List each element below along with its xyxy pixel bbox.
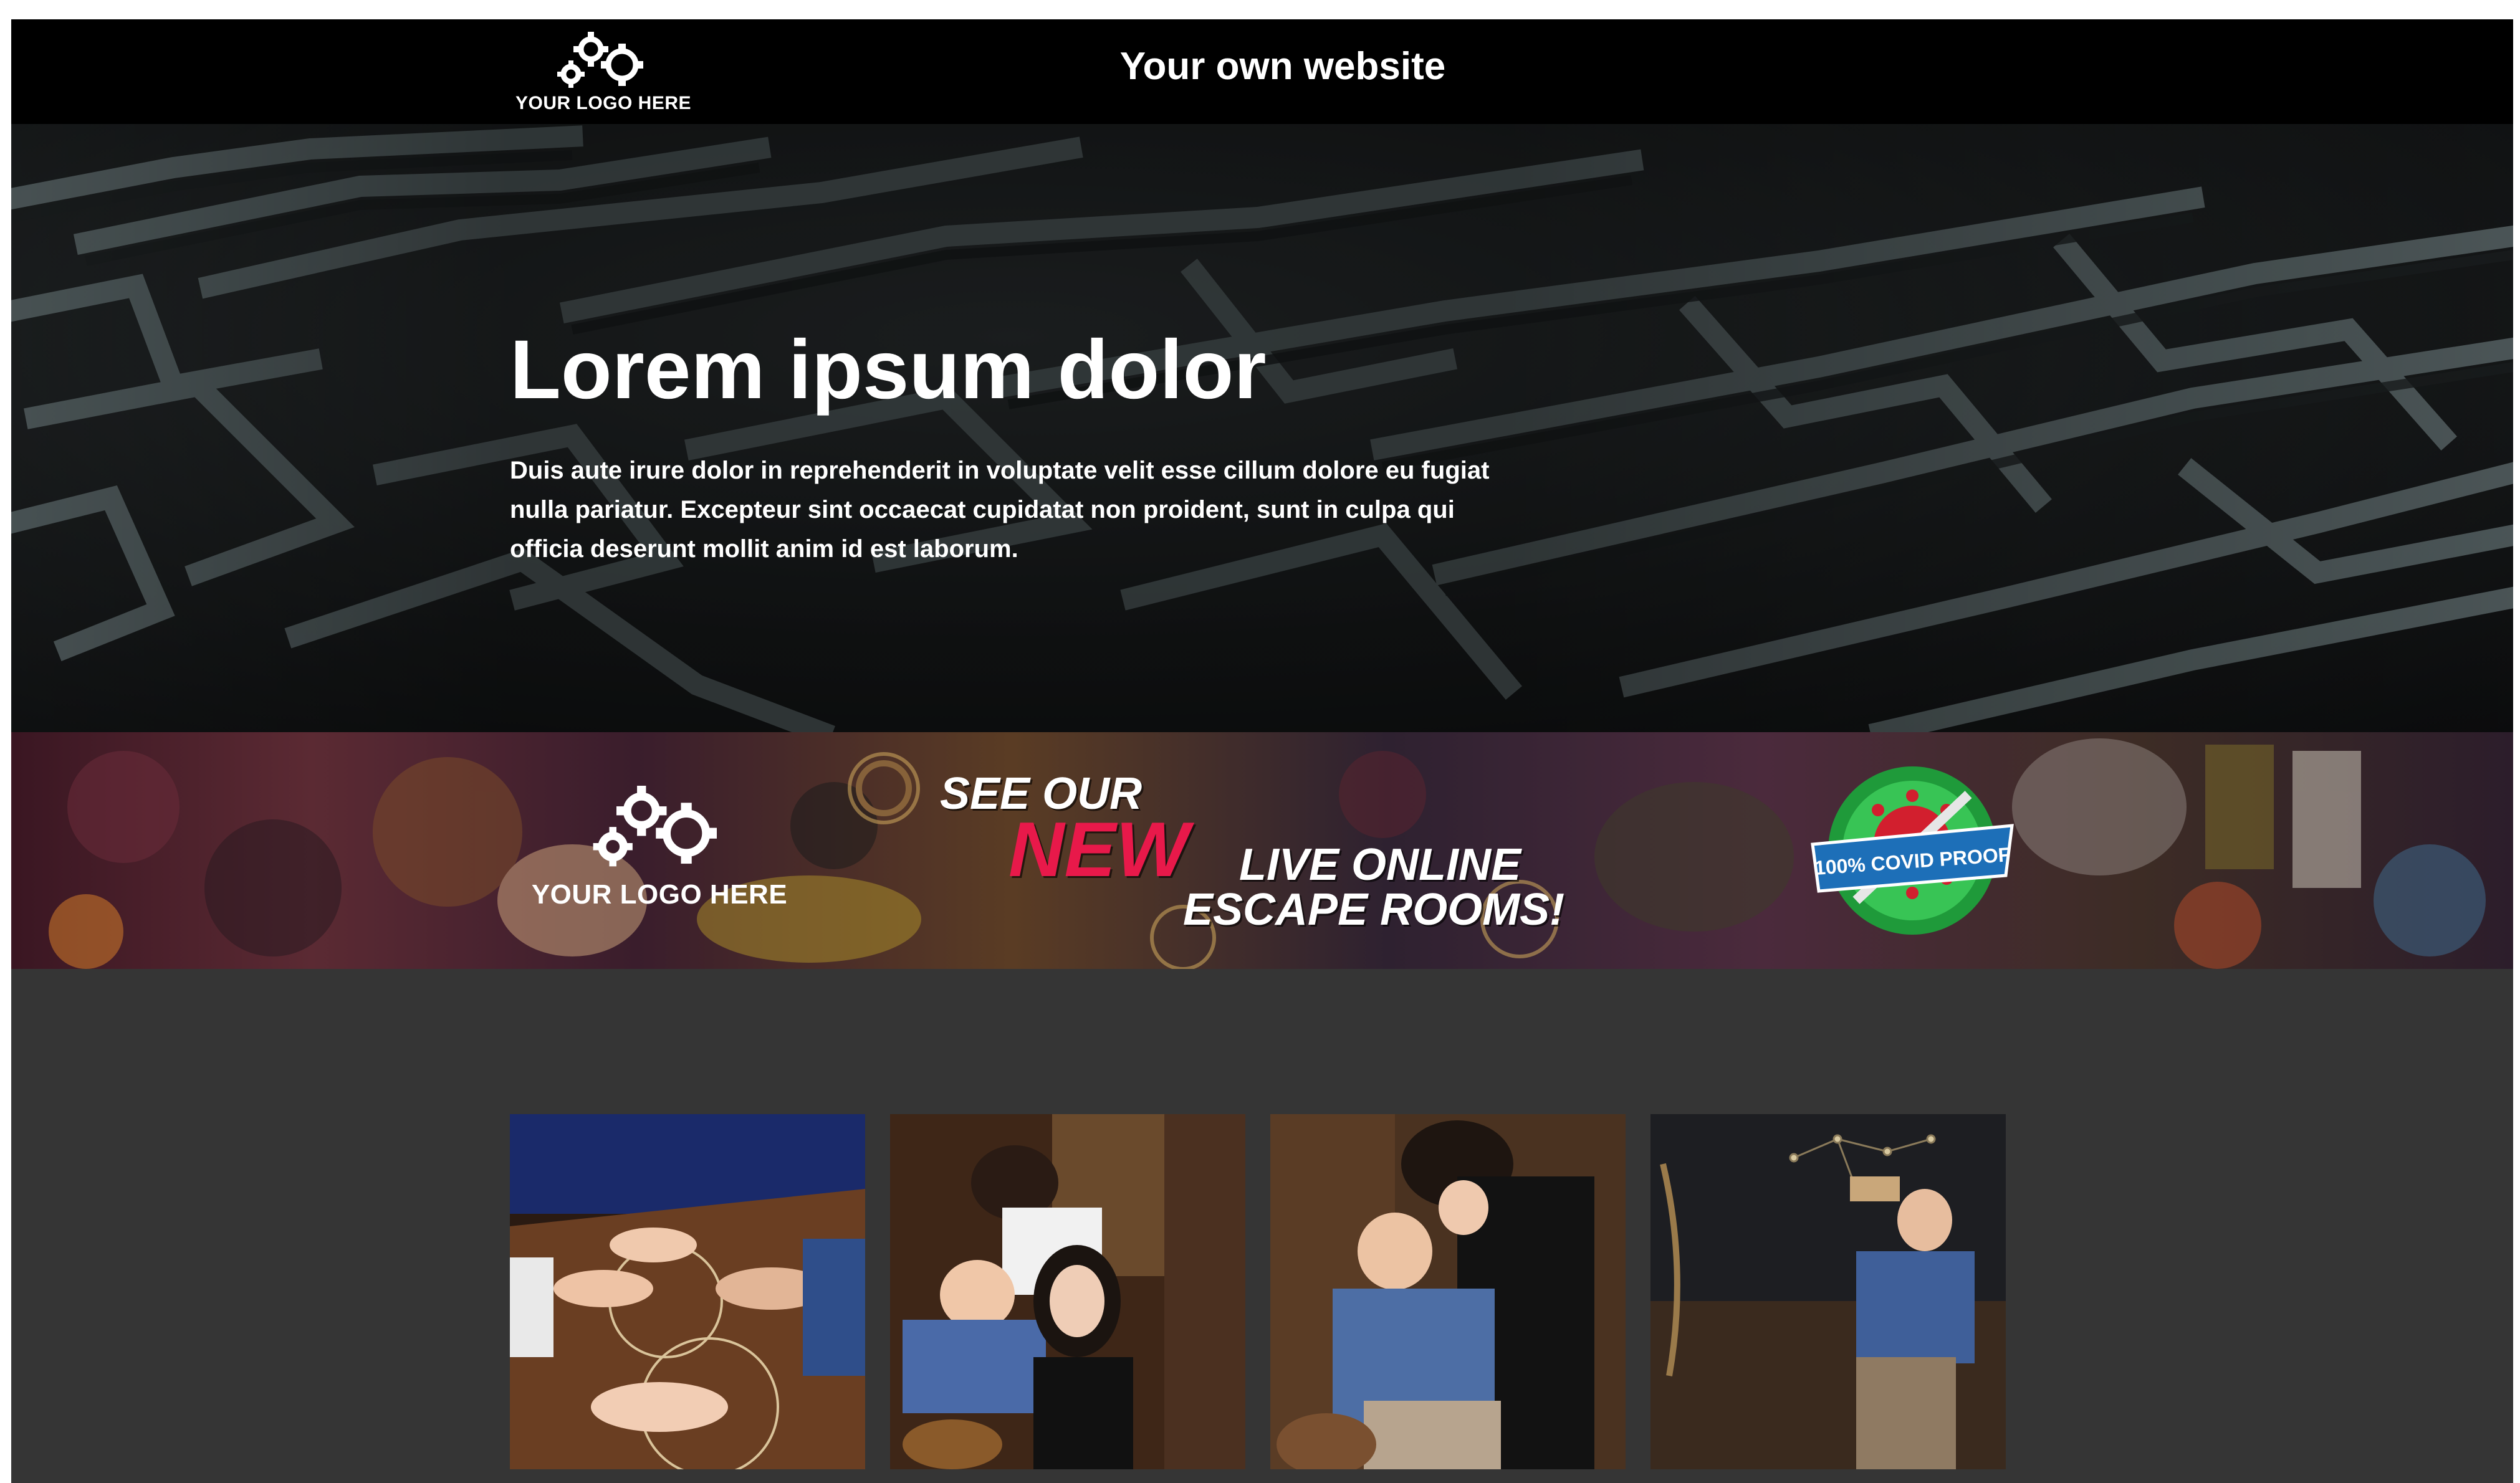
gallery-photo[interactable]	[510, 1114, 865, 1469]
covid-proof-badge: 100% COVID PROOF	[1811, 766, 2014, 935]
hero-overlay	[11, 124, 2513, 732]
banner-logo: YOUR LOGO HERE	[516, 782, 803, 910]
gallery-photo[interactable]	[1270, 1114, 1626, 1469]
site-title: Your own website	[1119, 45, 1446, 88]
header-logo[interactable]: YOUR LOGO HERE	[510, 31, 697, 114]
site-header: YOUR LOGO HERE Your own website	[11, 19, 2513, 124]
promo-banner[interactable]: YOUR LOGO HERE SEE OUR NEW LIVE ONLINE E…	[11, 732, 2513, 969]
banner-logo-text: YOUR LOGO HERE	[531, 879, 788, 910]
photo-players-examining-object	[1270, 1114, 1626, 1469]
photo-three-players-searching	[890, 1114, 1245, 1469]
photo-ouija-board-hands	[510, 1114, 865, 1469]
page: YOUR LOGO HERE Your own website Lorem ip…	[11, 19, 2513, 1483]
promo-line-new: NEW	[1008, 807, 1189, 893]
promo-line-live-online: LIVE ONLINE	[1239, 840, 1521, 890]
photo-player-reading-scroll	[1650, 1114, 2006, 1469]
promo-line-escape-rooms: ESCAPE ROOMS!	[1183, 885, 1565, 935]
hero-section: Lorem ipsum dolor Duis aute irure dolor …	[11, 124, 2513, 732]
photo-gallery	[510, 1114, 2024, 1483]
hero-body-text: Duis aute irure dolor in reprehenderit i…	[510, 457, 1490, 563]
gallery-photo[interactable]	[890, 1114, 1245, 1469]
gears-icon	[593, 786, 717, 867]
gears-icon	[557, 32, 643, 88]
logo-text: YOUR LOGO HERE	[515, 93, 692, 113]
gallery-photo[interactable]	[1650, 1114, 2006, 1469]
hero-heading: Lorem ipsum dolor	[510, 323, 1267, 416]
